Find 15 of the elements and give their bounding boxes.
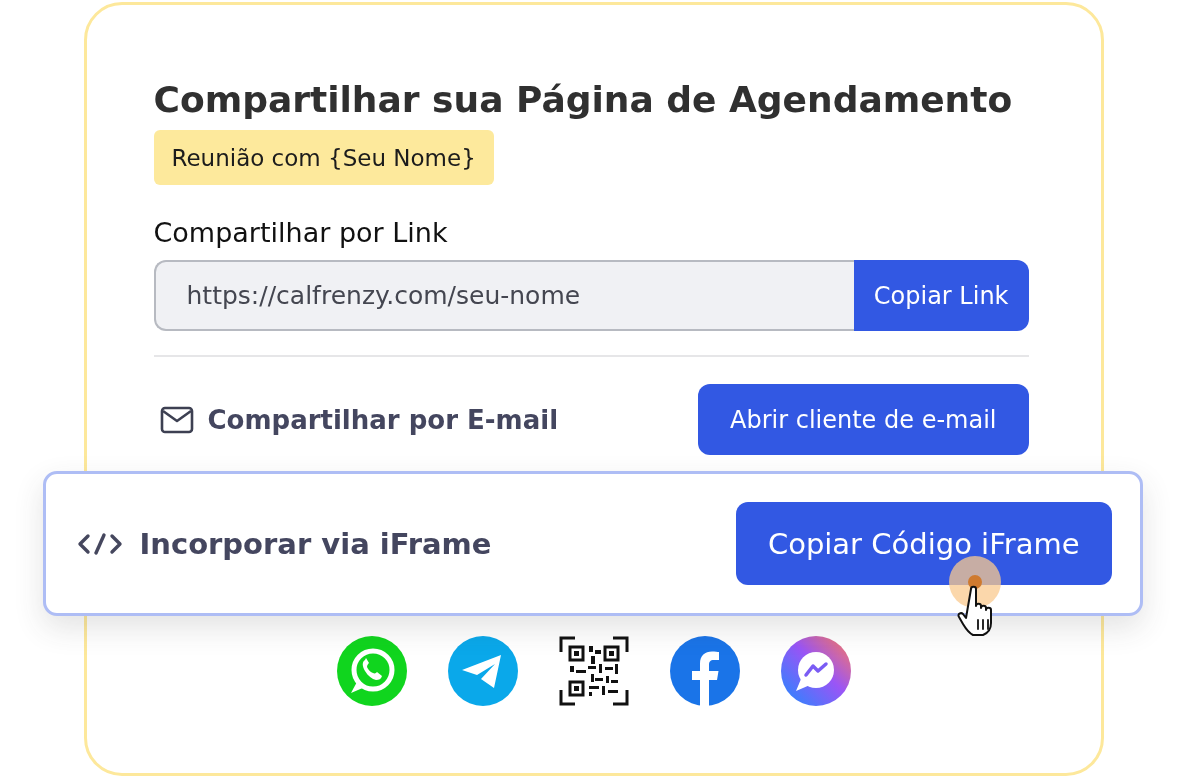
email-share-label: Compartilhar por E-mail <box>207 404 559 435</box>
meeting-badge: Reunião com {Seu Nome} <box>153 130 494 185</box>
page-title: Compartilhar sua Página de Agendamento <box>153 78 1013 122</box>
open-email-button[interactable]: Abrir cliente de e-mail <box>698 384 1029 455</box>
f-logo-icon[interactable] <box>670 636 740 706</box>
mail-icon <box>159 405 194 434</box>
copy-link-button[interactable]: Copiar Link <box>853 260 1029 331</box>
code-icon <box>76 531 123 556</box>
qr-code-icon[interactable] <box>559 636 629 706</box>
iframe-label: Incorporar via iFrame <box>139 526 492 561</box>
copy-iframe-button[interactable]: Copiar Código iFrame <box>735 502 1112 585</box>
paper-plane-icon[interactable] <box>448 636 518 706</box>
link-field[interactable]: https://calfrenzy.com/seu-nome <box>153 260 854 331</box>
link-share-label: Compartilhar por Link <box>153 218 448 248</box>
chat-bolt-icon[interactable] <box>781 636 851 706</box>
